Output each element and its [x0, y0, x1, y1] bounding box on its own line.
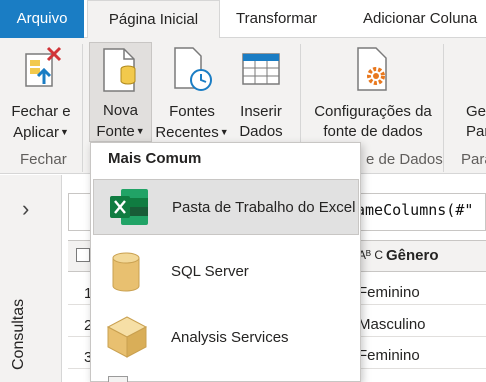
tab-home[interactable]: Página Inicial [87, 0, 220, 39]
group-label-params: Parâ [461, 151, 486, 168]
menu-item-label: Pasta de Trabalho do Excel [172, 199, 356, 216]
tab-add-column[interactable]: Adicionar Coluna [363, 0, 477, 38]
ribbon-divider [443, 44, 444, 172]
close-apply-icon [25, 46, 62, 87]
ribbon-divider [82, 44, 83, 172]
menu-item-excel-workbook[interactable]: Pasta de Trabalho do Excel [93, 179, 359, 235]
manage-parameters-button[interactable]: Ge Parâ [452, 42, 486, 142]
table-cell[interactable]: Feminino [358, 347, 420, 364]
manage-params-label-2: Parâ [466, 123, 486, 140]
data-source-settings-icon [357, 47, 387, 91]
manage-params-label-1: Ge [466, 103, 486, 120]
new-source-icon [103, 48, 136, 92]
chevron-down-icon: ▼ [135, 126, 145, 136]
menu-item-label: Analysis Services [171, 329, 289, 346]
chevron-down-icon: ▼ [59, 127, 69, 137]
recent-sources-icon [174, 47, 212, 91]
cube-icon [106, 316, 148, 358]
data-source-settings-label-1: Configurações da [314, 103, 432, 120]
enter-data-button[interactable]: Inserir Dados [232, 42, 290, 142]
next-item-icon [108, 376, 128, 382]
queries-pane-label[interactable]: Consultas [10, 299, 28, 370]
recent-sources-label-2: Recentes [155, 124, 219, 141]
tab-transform[interactable]: Transformar [236, 0, 317, 38]
new-source-button[interactable]: Nova Fonte▼ [89, 42, 152, 142]
column-type-icon[interactable]: Aᴮ C [358, 248, 383, 262]
tab-file[interactable]: Arquivo [0, 0, 84, 38]
table-menu-icon[interactable] [76, 248, 90, 262]
group-label-close: Fechar [20, 151, 67, 168]
new-source-label-1: Nova [102, 102, 139, 119]
close-apply-button[interactable]: Fechar e Aplicar▼ [6, 42, 76, 142]
table-icon [242, 53, 280, 85]
data-source-settings-button[interactable]: Configurações da fonte de dados [308, 42, 438, 142]
dropdown-header: Mais Comum [108, 150, 202, 167]
menu-item-label: SQL Server [171, 263, 249, 280]
close-apply-label-1: Fechar e [11, 103, 71, 120]
data-source-settings-label-2: fonte de dados [323, 123, 423, 140]
close-apply-label-2: Aplicar [13, 124, 59, 141]
enter-data-label-1: Inserir [240, 103, 282, 120]
enter-data-label-2: Dados [239, 123, 283, 140]
column-header-genero[interactable]: Gênero [386, 247, 439, 264]
recent-sources-label-1: Fontes [169, 103, 215, 120]
database-icon [112, 252, 140, 292]
expand-chevron-icon[interactable]: › [22, 196, 29, 222]
menu-item-sql-server[interactable]: SQL Server [93, 245, 359, 301]
new-source-label-2: Fonte [96, 123, 135, 140]
recent-sources-button[interactable]: Fontes Recentes▼ [155, 42, 229, 142]
excel-icon [110, 189, 148, 225]
formula-text: ameColumns(#" [356, 201, 474, 219]
table-cell[interactable]: Feminino [358, 284, 420, 301]
table-cell[interactable]: Masculino [358, 316, 426, 333]
group-label-data-sources: e de Dados [366, 151, 443, 168]
chevron-down-icon: ▼ [219, 127, 229, 137]
menu-item-analysis-services[interactable]: Analysis Services [93, 311, 359, 367]
